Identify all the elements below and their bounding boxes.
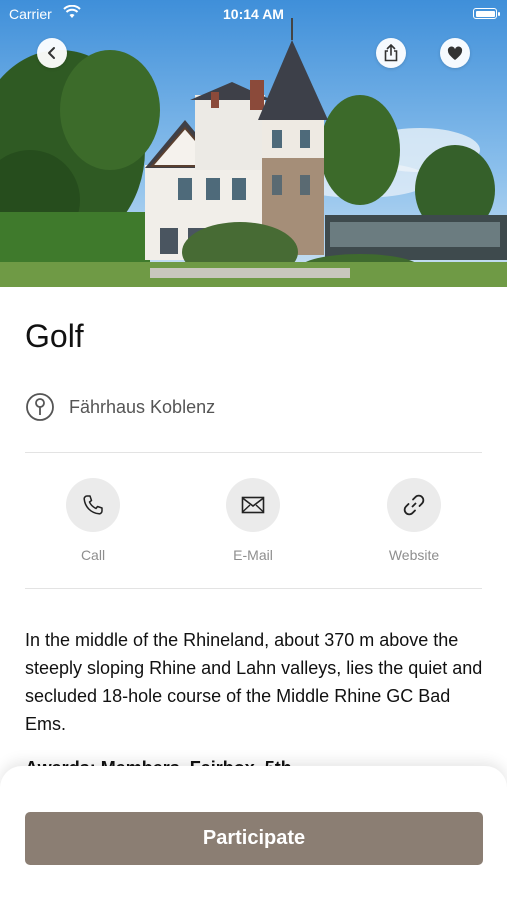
call-button[interactable] <box>66 478 120 532</box>
share-button[interactable] <box>376 38 406 68</box>
status-time: 10:14 AM <box>223 6 284 22</box>
heart-icon <box>447 45 463 60</box>
email-action[interactable]: E-Mail <box>193 478 313 563</box>
share-icon <box>384 44 398 62</box>
link-icon <box>403 494 425 516</box>
participate-button[interactable]: Participate <box>25 812 483 865</box>
location-name: Fährhaus Koblenz <box>69 396 216 417</box>
page-title: Golf <box>25 318 84 354</box>
divider <box>25 588 482 589</box>
location-row[interactable]: Fährhaus Koblenz <box>25 392 215 422</box>
mail-icon <box>241 496 265 514</box>
battery-icon <box>473 8 500 19</box>
back-button[interactable] <box>37 38 67 68</box>
favorite-button[interactable] <box>440 38 470 68</box>
website-label: Website <box>388 547 440 563</box>
chevron-left-icon <box>48 47 55 59</box>
email-label: E-Mail <box>233 547 273 563</box>
divider <box>25 452 482 453</box>
website-button[interactable] <box>387 478 441 532</box>
status-bar: Carrier 10:14 AM <box>0 0 507 28</box>
hero-image: Carrier 10:14 AM <box>0 0 507 287</box>
call-action[interactable]: Call <box>33 478 153 563</box>
website-action[interactable]: Website <box>354 478 474 563</box>
contact-actions: Call E-Mail Website <box>25 478 482 568</box>
phone-icon <box>83 495 103 515</box>
email-button[interactable] <box>226 478 280 532</box>
location-pin-icon <box>26 393 54 421</box>
bottom-sheet: Participate <box>0 766 507 900</box>
call-label: Call <box>80 547 106 563</box>
event-description: In the middle of the Rhineland, about 37… <box>25 630 483 734</box>
